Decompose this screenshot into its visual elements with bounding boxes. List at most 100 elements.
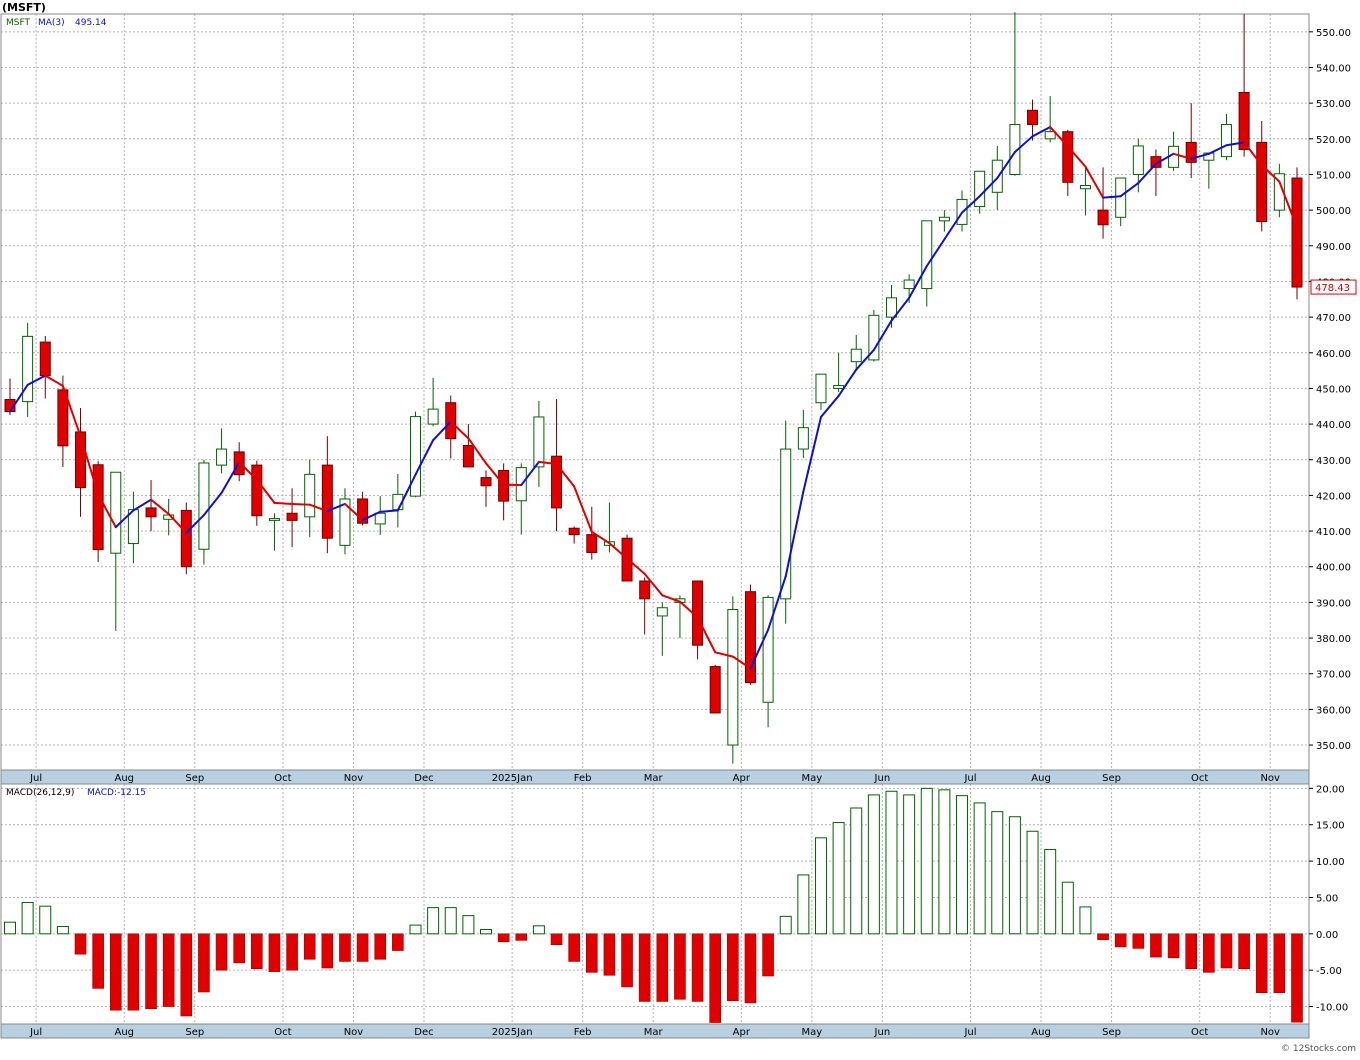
price-date-label: May [802,773,823,784]
candle-down [1098,210,1108,225]
candle-up [1116,178,1126,217]
candle-down [569,528,579,534]
macd-bar-positive [22,903,33,934]
price-date-label: Oct [1191,773,1208,784]
macd-date-label: Oct [1191,1027,1208,1038]
price-axis-label: 520.00 [1316,135,1351,146]
macd-date-label: Mar [644,1027,664,1038]
price-axis-label: 350.00 [1316,741,1351,752]
candle-down [146,508,156,517]
macd-bar-positive [904,795,915,934]
macd-bar-positive [57,927,68,934]
price-axis-label: 360.00 [1316,705,1351,716]
macd-axis: -10.00-5.000.005.0010.0015.0020.00 [1309,784,1348,1013]
macd-bar-negative [375,934,386,959]
macd-bar-negative [93,934,104,989]
macd-bar-negative [1203,934,1214,973]
price-date-label: 2025Jan [492,773,533,784]
macd-date-label: Nov [1260,1027,1280,1038]
price-date-label: Jun [874,773,891,784]
macd-date-label: Jul [963,1027,976,1038]
price-axis-label: 530.00 [1316,99,1351,110]
candle-up [1080,186,1090,189]
price-date-label: Sep [185,773,204,784]
macd-bar-negative [234,934,245,963]
price-legend-symbol: MSFT [6,18,30,28]
macd-bar-negative [1133,934,1144,949]
macd-bar-positive [463,916,474,934]
price-date-label: Oct [274,773,291,784]
candle-down [40,342,50,376]
macd-date-label: Aug [1031,1027,1051,1038]
ma-segment-rising [1103,196,1121,197]
ma-segment-falling [574,487,592,532]
price-date-label: Jul [29,773,42,784]
stock-chart-page: JulAugSepOctNovDec2025JanFebMarAprMayJun… [0,0,1360,1056]
macd-date-label: 2025Jan [492,1027,533,1038]
candle-down [322,465,332,538]
macd-bar-negative [674,934,685,999]
price-date-label: Apr [733,773,751,784]
macd-bar-negative [1256,934,1267,993]
macd-bar-positive [992,812,1003,934]
price-grid [1,14,1309,770]
candle-down [587,535,597,553]
candle-down [1292,178,1302,287]
macd-bar-negative [1115,934,1126,947]
candle-up [269,519,279,521]
macd-bar-negative [586,934,597,973]
ma-segment-falling [1085,167,1103,198]
price-plot-frame [1,14,1309,770]
macd-axis-label: 20.00 [1316,784,1345,795]
macd-bar-negative [516,934,527,941]
macd-bar-positive [5,922,16,934]
macd-bar-negative [1168,934,1179,958]
macd-axis-label: 10.00 [1316,857,1345,868]
candle-down [463,445,473,466]
macd-axis-label: 0.00 [1316,930,1338,941]
candle-up [728,610,738,746]
price-axis: 350.00360.00370.00380.00390.00400.00410.… [1309,28,1351,752]
macd-bar-positive [833,823,844,934]
price-axis-label: 370.00 [1316,670,1351,681]
price-axis-label: 550.00 [1316,28,1351,39]
price-date-label: Nov [1260,773,1280,784]
candle-down [1028,110,1038,124]
macd-bar-positive [428,908,439,934]
price-axis-label: 470.00 [1316,313,1351,324]
macd-bar-negative [622,934,633,987]
candle-down [76,432,86,488]
macd-bar-negative [146,934,157,1009]
price-axis-label: 490.00 [1316,242,1351,253]
candle-up [199,463,209,549]
macd-date-label: Jul [29,1027,42,1038]
candle-up [904,280,914,289]
macd-date-label: Oct [274,1027,291,1038]
macd-bar-positive [410,925,421,934]
macd-axis-label: -5.00 [1316,966,1342,977]
price-axis-label: 540.00 [1316,63,1351,74]
macd-bar-negative [198,934,209,992]
macd-bar-positive [1045,849,1056,933]
macd-bar-positive [1027,831,1038,934]
candle-down [1063,132,1073,183]
macd-bar-positive [445,908,456,934]
candle-up [939,217,949,221]
candle-down [93,465,103,550]
price-date-label: Nov [344,773,364,784]
macd-legend-label: MACD(26,12,9) [6,788,74,798]
candle-up [922,221,932,289]
macd-bar-positive [815,838,826,934]
macd-bar-negative [1221,934,1232,968]
macd-bar-negative [110,934,121,1010]
macd-bar-negative [163,934,174,1007]
price-axis-label: 420.00 [1316,491,1351,502]
macd-axis-label: -10.00 [1316,1003,1348,1014]
macd-bar-positive [868,795,879,934]
price-legend-ma: MA(3) [38,18,65,28]
copyright-footer: © 12Stocks.com [1281,1044,1356,1054]
macd-bar-positive [921,788,932,933]
macd-date-label: Sep [1102,1027,1121,1038]
price-axis-label: 500.00 [1316,206,1351,217]
macd-bar-negative [498,934,509,942]
